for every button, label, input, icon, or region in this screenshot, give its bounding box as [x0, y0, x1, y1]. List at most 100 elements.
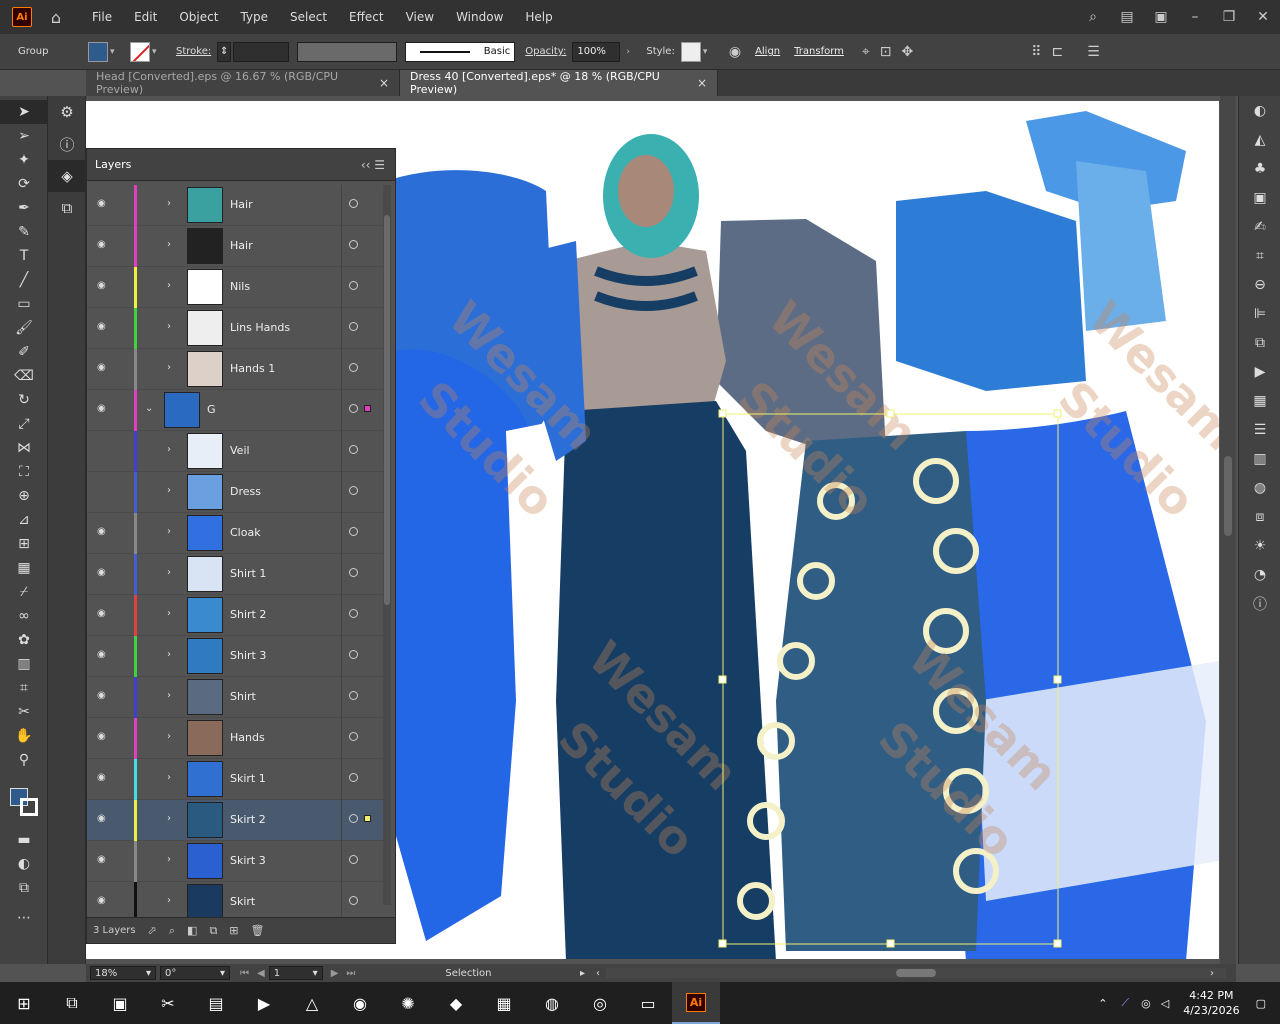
layer-row[interactable]: ◉ › Skirt 1 — [87, 759, 383, 800]
network-icon[interactable]: ◎ — [1141, 997, 1151, 1010]
volume-icon[interactable]: ◁ — [1161, 997, 1169, 1010]
zoom-field[interactable]: 18% ▾ — [90, 966, 156, 980]
chrome-icon[interactable]: ◎ — [576, 982, 624, 1024]
perspective-grid-tool-icon[interactable]: ⊿ — [0, 508, 48, 532]
expand-arrow-icon[interactable]: › — [167, 444, 171, 455]
layer-name[interactable]: Cloak — [230, 526, 261, 539]
expand-arrow-icon[interactable]: › — [167, 485, 171, 496]
layer-name[interactable]: G — [207, 403, 216, 416]
target-circle-icon[interactable] — [349, 773, 358, 782]
target-circle-icon[interactable] — [349, 281, 358, 290]
more-tools-icon[interactable]: ⋯ — [0, 906, 48, 930]
inkscape-icon[interactable]: ◆ — [432, 982, 480, 1024]
layer-name[interactable]: Dress — [230, 485, 261, 498]
minimize-icon[interactable]: – — [1178, 9, 1212, 25]
layer-row[interactable]: ◉ › Nils — [87, 267, 383, 308]
layer-name[interactable]: Skirt 2 — [230, 813, 266, 826]
brush-definition[interactable]: Basic — [405, 41, 516, 62]
search-icon[interactable]: ⌕ — [1076, 9, 1110, 25]
media-player-icon[interactable]: ▶ — [240, 982, 288, 1024]
distribute-icon[interactable]: ⠿ — [1031, 44, 1041, 60]
layer-row[interactable]: › Dress — [87, 472, 383, 513]
type-tool-icon[interactable]: T — [0, 244, 48, 268]
scroll-left-icon[interactable]: ‹ — [596, 968, 600, 979]
stroke-stepper[interactable]: ⇕ — [217, 41, 232, 62]
krita-icon[interactable]: ✺ — [384, 982, 432, 1024]
visibility-eye-icon[interactable]: ◉ — [97, 567, 106, 578]
new-layer-icon[interactable]: ⊞ — [229, 924, 238, 937]
expand-arrow-icon[interactable]: › — [167, 813, 171, 824]
notifications-icon[interactable]: ▢ — [1256, 997, 1266, 1010]
canvas-horizontal-scrollbar[interactable] — [606, 968, 1226, 978]
expand-arrow-icon[interactable]: › — [167, 239, 171, 250]
layer-row[interactable]: ◉ › Skirt 2 — [87, 800, 383, 841]
expand-arrow-icon[interactable]: › — [167, 690, 171, 701]
chevron-down-icon[interactable]: ▾ — [152, 47, 162, 57]
target-circle-icon[interactable] — [349, 363, 358, 372]
puppet-warp-icon[interactable]: ✥ — [902, 44, 914, 60]
restore-icon[interactable]: ❐ — [1212, 9, 1246, 25]
properties-icon[interactable]: ⚙ — [48, 96, 86, 128]
menu-object[interactable]: Object — [179, 10, 218, 24]
visibility-eye-icon[interactable]: ◉ — [97, 403, 106, 414]
links-icon[interactable]: ⊖ — [1239, 270, 1280, 299]
color-icon[interactable]: ◐ — [1239, 96, 1280, 125]
scale-tool-icon[interactable]: ⤢ — [0, 412, 48, 436]
expand-arrow-icon[interactable]: › — [167, 321, 171, 332]
graphic-style-swatch[interactable] — [680, 41, 701, 62]
transform-link[interactable]: Transform — [794, 46, 844, 57]
expand-arrow-icon[interactable]: › — [167, 567, 171, 578]
opacity-field[interactable]: 100% — [572, 41, 621, 62]
blend-tool-icon[interactable]: ∞ — [0, 604, 48, 628]
expand-arrow-icon[interactable]: › — [167, 854, 171, 865]
symbols-icon[interactable]: ♣ — [1239, 154, 1280, 183]
layer-name[interactable]: Skirt 1 — [230, 772, 266, 785]
illustrator-taskbar-icon[interactable]: Ai — [672, 982, 720, 1024]
layer-name[interactable]: Hair — [230, 239, 253, 252]
swatches-icon[interactable]: ▦ — [1239, 386, 1280, 415]
visibility-eye-icon[interactable]: ◉ — [97, 772, 106, 783]
recolor-artwork-icon[interactable]: ◉ — [729, 44, 741, 60]
chevron-down-icon[interactable]: ▾ — [703, 47, 713, 57]
opacity-label[interactable]: Opacity: — [525, 46, 566, 57]
canvas-vertical-scrollbar[interactable] — [1220, 96, 1236, 964]
hand-tool-icon[interactable]: ✋ — [0, 724, 48, 748]
target-circle-icon[interactable] — [349, 527, 358, 536]
stroke-panel-icon[interactable]: ☰ — [1239, 415, 1280, 444]
target-circle-icon[interactable] — [349, 445, 358, 454]
target-circle-icon[interactable] — [349, 732, 358, 741]
target-circle-icon[interactable] — [349, 691, 358, 700]
visibility-eye-icon[interactable]: ◉ — [97, 321, 106, 332]
visibility-eye-icon[interactable]: ◉ — [97, 854, 106, 865]
export-icon[interactable]: ⬀ — [148, 924, 157, 937]
libraries-icon[interactable]: ▣ — [1239, 183, 1280, 212]
selected-art-indicator[interactable] — [364, 405, 371, 412]
expand-arrow-icon[interactable]: › — [167, 731, 171, 742]
layer-name[interactable]: Nils — [230, 280, 250, 293]
info-icon[interactable]: ⓘ — [48, 128, 86, 160]
pathfinder-icon[interactable]: ⧉ — [1239, 328, 1280, 357]
gradient-tool-icon[interactable]: ▦ — [0, 556, 48, 580]
layer-row[interactable]: ◉ › Lins Hands — [87, 308, 383, 349]
visibility-eye-icon[interactable]: ◉ — [97, 526, 106, 537]
panel-menu-icon[interactable]: ☰ — [1087, 44, 1100, 60]
new-sublayer-icon[interactable]: ⧉ — [209, 924, 217, 938]
document-info-icon[interactable]: ⓘ — [1239, 589, 1280, 618]
rotate-tool-icon[interactable]: ↻ — [0, 388, 48, 412]
menu-help[interactable]: Help — [525, 10, 552, 24]
layer-name[interactable]: Shirt 1 — [230, 567, 266, 580]
align-panel-icon[interactable]: ⊫ — [1239, 299, 1280, 328]
artboard-number-field[interactable]: 1 ▾ — [268, 966, 323, 980]
layer-name[interactable]: Shirt 2 — [230, 608, 266, 621]
expand-arrow-icon[interactable]: › — [167, 198, 171, 209]
tray-chevron-icon[interactable]: ⌃ — [1098, 997, 1107, 1010]
close-icon[interactable]: × — [697, 76, 707, 90]
target-circle-icon[interactable] — [349, 896, 358, 905]
target-circle-icon[interactable] — [349, 486, 358, 495]
previous-artboard-icon[interactable]: ◀ — [257, 968, 265, 979]
delete-layer-icon[interactable]: 🗑 — [251, 924, 265, 937]
layer-row[interactable]: ◉ › Shirt 1 — [87, 554, 383, 595]
direct-selection-tool-icon[interactable]: ➢ — [0, 124, 48, 148]
visibility-eye-icon[interactable]: ◉ — [97, 690, 106, 701]
visibility-eye-icon[interactable]: ◉ — [97, 895, 106, 906]
